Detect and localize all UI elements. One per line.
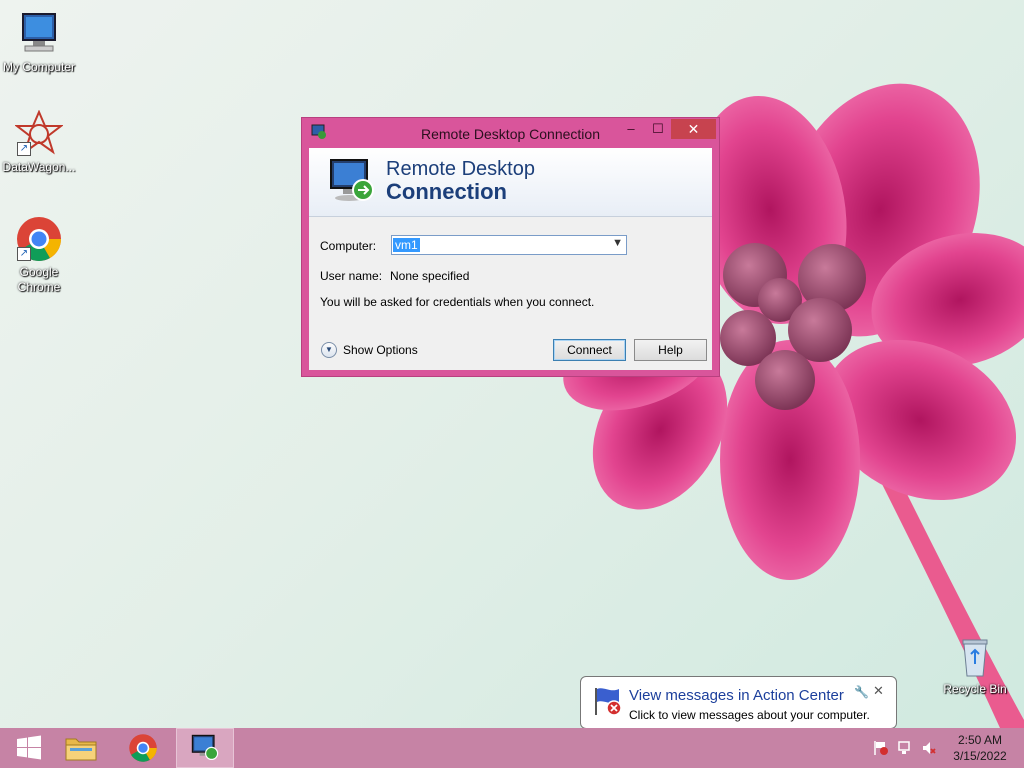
file-explorer-icon[interactable] (64, 733, 98, 763)
recycle-bin-icon (951, 632, 999, 680)
desktop-icon-recycle-bin[interactable]: Recycle Bin (936, 632, 1014, 697)
remote-desktop-window: Remote Desktop Connection – ☐ ✕ Remote D… (301, 117, 720, 377)
clock-time: 2:50 AM (957, 733, 1003, 747)
username-value: None specified (390, 269, 470, 283)
window-client-area: Remote Desktop Connection Computer: vm1 … (309, 148, 712, 370)
chrome-icon: ↗ (15, 215, 63, 263)
maximize-button[interactable]: ☐ (645, 119, 671, 139)
start-button[interactable] (0, 728, 58, 768)
notification-title[interactable]: View messages in Action Center (629, 687, 844, 704)
taskbar-clock[interactable]: 2:50 AM 3/15/2022 (940, 732, 1020, 764)
credentials-note: You will be asked for credentials when y… (320, 295, 595, 309)
notification-close-button[interactable]: ✕ (873, 683, 884, 699)
taskbar-remote-desktop[interactable] (176, 728, 234, 768)
banner-title-line1: Remote Desktop (386, 158, 535, 180)
network-icon[interactable] (897, 740, 913, 756)
shortcut-arrow-icon: ↗ (17, 247, 31, 261)
remote-desktop-icon[interactable] (190, 733, 220, 763)
computer-value[interactable]: vm1 (393, 238, 420, 252)
computer-icon (15, 10, 63, 58)
username-label: User name: (320, 269, 383, 283)
desktop-icon-my-computer[interactable]: My Computer (0, 10, 78, 75)
banner-title-line2: Connection (386, 179, 507, 204)
chevron-down-icon[interactable]: ▼ (612, 237, 623, 249)
rdp-banner: Remote Desktop Connection (309, 148, 712, 217)
action-center-flag-icon (592, 685, 624, 717)
speaker-muted-icon[interactable] (921, 740, 937, 756)
taskbar-file-explorer[interactable] (52, 728, 110, 768)
close-button[interactable]: ✕ (671, 119, 716, 139)
help-button[interactable]: Help (634, 339, 707, 361)
computer-combobox[interactable]: vm1 ▼ (391, 235, 627, 255)
desktop-icon-google-chrome[interactable]: ↗ Google Chrome (0, 215, 78, 295)
clock-date: 3/15/2022 (953, 749, 1007, 763)
desktop-icon-datawagon[interactable]: ↗ DataWagon... (0, 109, 78, 175)
window-titlebar[interactable]: Remote Desktop Connection – ☐ ✕ (302, 118, 719, 148)
connect-button[interactable]: Connect (553, 339, 626, 361)
wrench-icon[interactable]: 🔧 (854, 685, 869, 699)
windows-logo-icon[interactable] (16, 735, 42, 761)
computer-label: Computer: (320, 239, 377, 253)
remote-desktop-icon (327, 156, 377, 206)
taskbar: 2:50 AM 3/15/2022 (0, 728, 1024, 768)
minimize-button[interactable]: – (618, 119, 644, 139)
notification-text[interactable]: Click to view messages about your comput… (629, 708, 870, 722)
action-center-notification[interactable]: View messages in Action Center Click to … (580, 676, 897, 740)
action-center-tray-icon[interactable] (873, 740, 889, 756)
show-options-label[interactable]: Show Options (343, 343, 418, 357)
datawagon-icon: ↗ (14, 109, 64, 158)
expand-chevron-icon[interactable]: ▼ (321, 342, 337, 358)
chrome-icon[interactable] (128, 733, 158, 763)
shortcut-arrow-icon: ↗ (17, 142, 31, 156)
show-options-toggle[interactable]: ▼ Show Options (321, 341, 418, 359)
taskbar-chrome[interactable] (114, 728, 172, 768)
